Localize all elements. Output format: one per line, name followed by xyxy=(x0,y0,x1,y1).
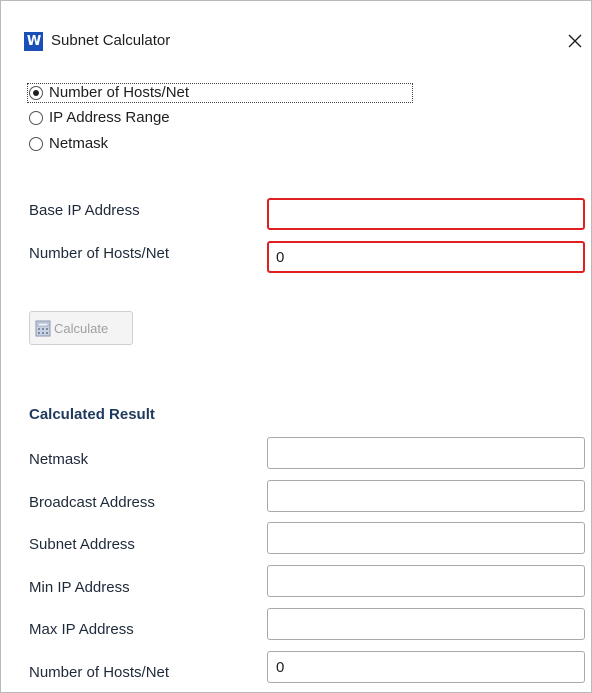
min-ip-address-output[interactable] xyxy=(267,565,585,597)
calculate-label: Calculate xyxy=(54,320,109,336)
calculated-result-title: Calculated Result xyxy=(29,406,155,423)
broadcast-address-label: Broadcast Address xyxy=(29,494,155,511)
calculator-icon xyxy=(35,320,51,336)
result-hosts-label: Number of Hosts/Net xyxy=(29,664,170,681)
close-button[interactable] xyxy=(561,27,589,55)
radio-button[interactable] xyxy=(29,137,43,151)
radio-button-checked[interactable] xyxy=(29,86,43,100)
hosts-label: Number of Hosts/Net xyxy=(29,245,170,262)
window-title: Subnet Calculator xyxy=(51,32,171,49)
base-ip-input[interactable] xyxy=(267,198,585,230)
max-ip-address-label: Max IP Address xyxy=(29,621,134,638)
netmask-output[interactable] xyxy=(267,437,585,469)
subnet-calculator-window: W Subnet Calculator Number of Hosts/Net … xyxy=(0,0,592,693)
radio-label: Netmask xyxy=(49,135,109,152)
subnet-address-label: Subnet Address xyxy=(29,536,135,553)
hosts-input[interactable] xyxy=(267,241,585,273)
subnet-address-output[interactable] xyxy=(267,522,585,554)
app-logo-icon: W xyxy=(24,32,43,51)
broadcast-address-output[interactable] xyxy=(267,480,585,512)
radio-button[interactable] xyxy=(29,111,43,125)
min-ip-address-label: Min IP Address xyxy=(29,579,130,596)
calculate-button[interactable]: Calculate xyxy=(29,311,133,345)
base-ip-label: Base IP Address xyxy=(29,202,140,219)
radio-label: Number of Hosts/Net xyxy=(49,84,190,101)
radio-netmask[interactable]: Netmask xyxy=(29,134,108,154)
max-ip-address-output[interactable] xyxy=(267,608,585,640)
radio-number-of-hosts[interactable]: Number of Hosts/Net xyxy=(29,83,189,103)
close-icon xyxy=(568,34,582,48)
radio-label: IP Address Range xyxy=(49,109,170,126)
radio-ip-address-range[interactable]: IP Address Range xyxy=(29,108,170,128)
result-hosts-output[interactable] xyxy=(267,651,585,683)
netmask-label: Netmask xyxy=(29,451,89,468)
